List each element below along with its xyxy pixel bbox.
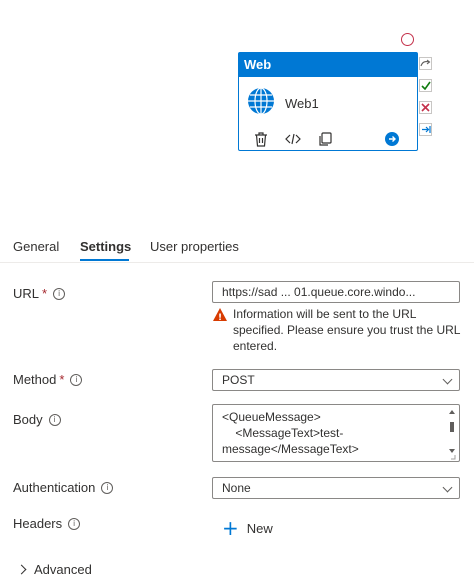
activity-name: Web1 — [285, 96, 319, 111]
info-icon[interactable]: i — [70, 374, 83, 386]
info-icon[interactable]: i — [48, 414, 61, 426]
authentication-select[interactable]: None — [212, 477, 460, 499]
chevron-down-icon — [442, 482, 453, 493]
tab-settings[interactable]: Settings — [80, 239, 131, 254]
skip-output-icon[interactable] — [419, 57, 432, 70]
required-marker: * — [42, 286, 48, 301]
method-label-row: Method * i — [13, 372, 83, 387]
delete-icon[interactable] — [253, 131, 269, 147]
tabs-divider — [0, 262, 474, 263]
advanced-toggle[interactable]: Advanced — [16, 562, 92, 577]
method-value: POST — [222, 373, 255, 387]
new-header-label: New — [246, 520, 273, 536]
advanced-label: Advanced — [34, 562, 92, 577]
url-warning: ! Information will be sent to the URL sp… — [213, 306, 463, 354]
url-label: URL — [13, 286, 40, 301]
completion-output-icon[interactable] — [419, 123, 432, 136]
tab-general[interactable]: General — [13, 239, 59, 254]
body-label: Body — [13, 412, 43, 427]
url-value: https://sad ... 01.queue.core.windo... — [222, 285, 416, 299]
scrollbar[interactable] — [447, 408, 457, 460]
info-icon[interactable]: i — [101, 482, 114, 494]
required-marker: * — [59, 372, 65, 387]
url-warning-text: Information will be sent to the URL spec… — [233, 307, 461, 353]
body-textarea[interactable]: <QueueMessage> <MessageText>test- messag… — [212, 404, 460, 462]
go-arrow-icon[interactable] — [385, 132, 399, 146]
body-line: message</MessageText> — [222, 442, 359, 456]
copy-icon[interactable] — [317, 131, 333, 147]
plus-icon: + — [222, 516, 239, 540]
url-label-row: URL * i — [13, 286, 66, 301]
method-select[interactable]: POST — [212, 369, 460, 391]
url-input[interactable]: https://sad ... 01.queue.core.windo... — [212, 281, 460, 303]
info-icon[interactable]: i — [68, 518, 81, 530]
web-activity-node[interactable]: Web Web1 — [238, 52, 418, 151]
authentication-label-row: Authentication i — [13, 480, 114, 495]
headers-label-row: Headers i — [13, 516, 81, 531]
code-icon[interactable] — [285, 131, 301, 147]
chevron-down-icon — [442, 374, 453, 385]
authentication-value: None — [222, 481, 251, 495]
warning-icon: ! — [213, 308, 227, 323]
add-header-button[interactable]: + New — [222, 516, 273, 540]
success-output-icon[interactable] — [419, 79, 432, 92]
body-line: <MessageText>test- — [222, 426, 344, 440]
authentication-label: Authentication — [13, 480, 96, 495]
body-line: <QueueMessage> — [222, 410, 321, 424]
tab-user-properties[interactable]: User properties — [150, 239, 239, 254]
globe-icon — [247, 87, 275, 120]
active-tab-indicator — [80, 259, 129, 261]
method-label: Method — [13, 372, 57, 387]
info-icon[interactable]: i — [53, 288, 66, 300]
activity-type-label: Web — [239, 53, 417, 77]
body-label-row: Body i — [13, 412, 61, 427]
chevron-right-icon — [16, 564, 27, 575]
headers-label: Headers — [13, 516, 63, 531]
failure-output-icon[interactable] — [419, 101, 432, 114]
remove-activity-icon[interactable] — [401, 33, 414, 46]
